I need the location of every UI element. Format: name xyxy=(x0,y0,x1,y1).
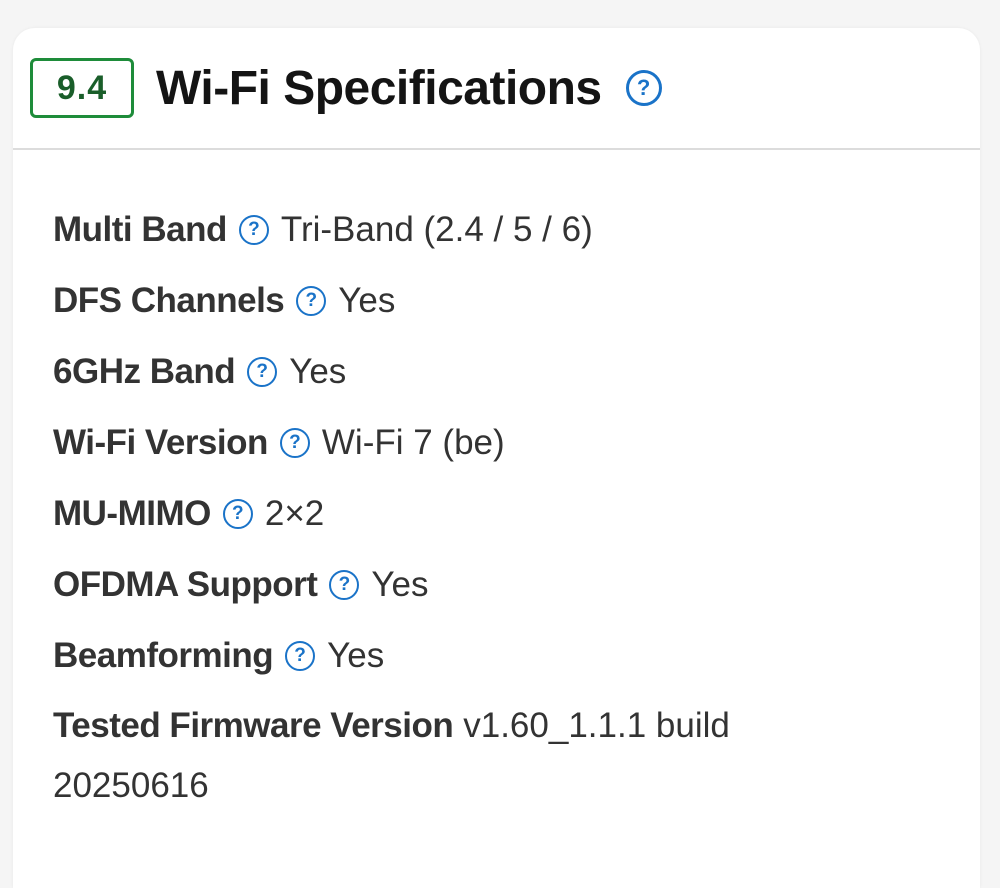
question-circle-icon[interactable]: ? xyxy=(296,285,327,316)
spec-label: MU-MIMO xyxy=(53,493,211,533)
card-title: Wi-Fi Specifications xyxy=(156,61,602,115)
spec-label: DFS Channels xyxy=(53,280,285,320)
spec-label: 6GHz Band xyxy=(53,351,236,391)
spec-label: Beamforming xyxy=(53,635,274,675)
spec-row-6ghz-band: 6GHz Band ? Yes xyxy=(53,336,980,407)
wifi-specifications-card: 9.4 Wi-Fi Specifications ? Multi Band ? … xyxy=(13,28,980,888)
question-circle-icon[interactable]: ? xyxy=(285,640,316,671)
spec-row-multi-band: Multi Band ? Tri-Band (2.4 / 5 / 6) xyxy=(53,194,980,265)
spec-value: Tri-Band (2.4 / 5 / 6) xyxy=(280,209,593,249)
spec-list: Multi Band ? Tri-Band (2.4 / 5 / 6) DFS … xyxy=(13,150,980,816)
spec-value: Yes xyxy=(289,351,347,391)
score-badge: 9.4 xyxy=(30,58,134,118)
spec-value: Yes xyxy=(338,280,396,320)
question-circle-icon[interactable]: ? xyxy=(247,356,278,387)
spec-row-tested-firmware-version: Tested Firmware Version v1.60_1.1.1 build… xyxy=(53,696,853,816)
spec-label: Multi Band xyxy=(53,209,227,249)
card-header: 9.4 Wi-Fi Specifications ? xyxy=(13,28,980,150)
spec-row-dfs-channels: DFS Channels ? Yes xyxy=(53,265,980,336)
spec-value: 2×2 xyxy=(264,493,325,533)
question-circle-icon[interactable]: ? xyxy=(238,214,269,245)
question-circle-icon[interactable]: ? xyxy=(279,427,310,458)
spec-row-ofdma-support: OFDMA Support ? Yes xyxy=(53,549,980,620)
spec-row-beamforming: Beamforming ? Yes xyxy=(53,620,980,691)
question-circle-icon[interactable]: ? xyxy=(222,498,253,529)
question-circle-icon[interactable]: ? xyxy=(625,70,662,106)
spec-value: Yes xyxy=(371,564,429,604)
spec-value: Yes xyxy=(327,635,385,675)
spec-value: Wi-Fi 7 (be) xyxy=(321,422,505,462)
question-circle-icon[interactable]: ? xyxy=(329,569,360,600)
spec-row-wifi-version: Wi-Fi Version ? Wi-Fi 7 (be) xyxy=(53,407,980,478)
spec-row-mu-mimo: MU-MIMO ? 2×2 xyxy=(53,478,980,549)
spec-label: OFDMA Support xyxy=(53,564,318,604)
spec-label: Tested Firmware Version xyxy=(53,706,454,745)
spec-label: Wi-Fi Version xyxy=(53,422,268,462)
